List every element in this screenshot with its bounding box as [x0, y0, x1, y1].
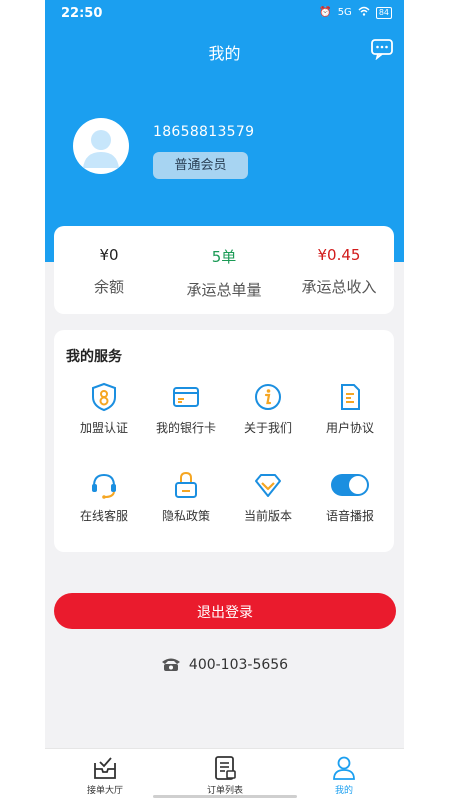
- document-icon: [335, 382, 365, 412]
- hotline[interactable]: 400-103-5656: [45, 656, 404, 673]
- service-voice-broadcast[interactable]: 语音播报: [309, 470, 391, 524]
- service-label: 隐私政策: [161, 509, 210, 523]
- service-label: 关于我们: [243, 421, 292, 435]
- shield-certification-icon: [89, 382, 119, 412]
- services-card: 我的服务 加盟认证 我的银行卡 关于我们 用户协议 在线客服 隐私政策 当前版本…: [54, 330, 394, 552]
- stat-total-income[interactable]: ¥0.45 承运总收入: [284, 226, 394, 297]
- headset-icon: [89, 470, 119, 500]
- stat-label: 承运总收入: [301, 278, 377, 296]
- alarm-icon: ⏰: [319, 7, 332, 18]
- battery-icon: 84: [375, 6, 392, 19]
- stat-value: ¥0: [99, 246, 119, 264]
- service-label: 我的银行卡: [155, 421, 216, 435]
- toggle-icon[interactable]: [330, 470, 370, 500]
- telephone-icon: [161, 658, 180, 671]
- tab-mine[interactable]: 我的: [294, 755, 394, 796]
- member-level-badge: 普通会员: [153, 152, 248, 179]
- service-label: 用户协议: [325, 421, 374, 435]
- stat-value: 5单: [211, 248, 237, 266]
- status-bar: 22:50 ⏰ 5G 84: [45, 0, 404, 28]
- hotline-number: 400-103-5656: [188, 657, 289, 673]
- status-icons: ⏰ 5G 84: [319, 6, 392, 19]
- service-about-us[interactable]: 关于我们: [227, 382, 309, 436]
- service-privacy-policy[interactable]: 隐私政策: [145, 470, 227, 524]
- user-icon: [331, 755, 357, 781]
- status-time: 22:50: [61, 6, 103, 21]
- message-icon[interactable]: [370, 38, 394, 61]
- stat-balance[interactable]: ¥0 余额: [54, 226, 164, 297]
- profile-section: 18658813579 普通会员: [73, 118, 393, 182]
- logout-button[interactable]: 退出登录: [54, 593, 396, 629]
- stat-total-orders[interactable]: 5单 承运总单量: [169, 226, 279, 300]
- home-indicator[interactable]: [153, 795, 297, 798]
- service-current-version[interactable]: 当前版本: [227, 470, 309, 524]
- avatar[interactable]: [73, 118, 129, 174]
- services-title: 我的服务: [66, 349, 122, 365]
- order-list-icon: [212, 755, 238, 781]
- service-label: 语音播报: [325, 509, 374, 523]
- tab-order-hall[interactable]: 接单大厅: [55, 755, 155, 796]
- diamond-icon: [253, 470, 283, 500]
- wifi-icon: [358, 6, 370, 19]
- service-user-agreement[interactable]: 用户协议: [309, 382, 391, 436]
- order-hall-icon: [92, 755, 118, 781]
- service-label: 加盟认证: [79, 421, 128, 435]
- page-title: 我的: [208, 44, 241, 63]
- service-membership-certification[interactable]: 加盟认证: [63, 382, 145, 436]
- stat-value: ¥0.45: [317, 246, 361, 264]
- service-label: 当前版本: [243, 509, 292, 523]
- tab-order-list[interactable]: 订单列表: [175, 755, 275, 796]
- service-online-support[interactable]: 在线客服: [63, 470, 145, 524]
- tab-label: 我的: [334, 786, 353, 796]
- title-bar: 我的: [45, 34, 404, 66]
- lock-icon: [171, 470, 201, 500]
- info-icon: [253, 382, 283, 412]
- tab-label: 接单大厅: [86, 786, 123, 796]
- network-label: 5G: [337, 7, 352, 18]
- app-screen: 22:50 ⏰ 5G 84 我的 18658813579 普通会员 ¥0 余额 …: [45, 0, 404, 800]
- bottom-tab-bar: 接单大厅 订单列表 我的: [45, 748, 404, 800]
- service-bank-card[interactable]: 我的银行卡: [145, 382, 227, 436]
- stat-label: 余额: [93, 278, 124, 296]
- bank-card-icon: [171, 382, 201, 412]
- stat-label: 承运总单量: [186, 281, 262, 299]
- stats-card: ¥0 余额 5单 承运总单量 ¥0.45 承运总收入: [54, 226, 394, 314]
- service-label: 在线客服: [79, 509, 128, 523]
- phone-number: 18658813579: [153, 124, 255, 140]
